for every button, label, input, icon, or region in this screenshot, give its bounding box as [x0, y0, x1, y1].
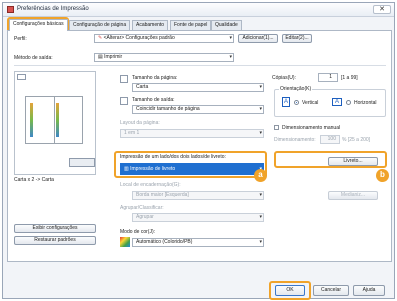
- landscape-icon: A: [332, 98, 342, 106]
- ok-highlight: [269, 281, 311, 300]
- preview-fold: [54, 97, 55, 143]
- dialog-window: Preferências de Impressão ✕ Configuraçõe…: [2, 2, 395, 300]
- color-mode-icon: [120, 237, 130, 247]
- output-method-value: Imprimir: [104, 54, 123, 60]
- page-size-select[interactable]: Carta ▾: [132, 83, 264, 92]
- add-profile-button[interactable]: Adicionar(1)...: [238, 34, 278, 43]
- page-size-label: Tamanho da página:: [132, 75, 178, 81]
- scaling-field-label: Dimensionamento:: [274, 137, 316, 143]
- binding-select[interactable]: Borda maior [Esquerda] ▾: [132, 191, 264, 200]
- help-button[interactable]: Ajuda: [353, 285, 385, 296]
- landscape-label: Horizontal: [354, 100, 377, 106]
- chevron-down-icon: ▾: [259, 84, 262, 90]
- collate-label: Agrupar/Classificar:: [120, 205, 164, 211]
- scaling-field[interactable]: 100: [320, 135, 340, 144]
- layout-icon: [17, 74, 26, 80]
- preview-caption: Carta x 2 -> Carta: [14, 177, 54, 183]
- landscape-radio[interactable]: [346, 100, 351, 105]
- edit-profile-button[interactable]: Editar(2)...: [282, 34, 312, 43]
- tab-quality[interactable]: Qualidade: [211, 20, 242, 30]
- copies-label: Cópias(U):: [272, 75, 296, 81]
- color-mode-select[interactable]: Automático (Colorido/PB) ▾: [132, 238, 264, 247]
- layout-label: Layout da página:: [120, 120, 160, 126]
- profile-value: <Alterar> Configurações padrão: [103, 35, 175, 41]
- chevron-down-icon: ▾: [259, 192, 262, 198]
- profile-select[interactable]: ✎ <Alterar> Configurações padrão ▾: [94, 34, 234, 43]
- duplex-highlight: [114, 151, 267, 178]
- tab-finishing[interactable]: Acabamento: [132, 20, 169, 30]
- output-size-value: Coincidir tamanho de página: [136, 106, 200, 112]
- output-size-select[interactable]: Coincidir tamanho de página ▾: [132, 105, 264, 114]
- restore-defaults-button[interactable]: Restaurar padrões: [14, 236, 96, 245]
- view-settings-button[interactable]: Exibir configurações: [14, 224, 96, 233]
- profile-label: Perfil:: [14, 36, 27, 42]
- title-bar: Preferências de Impressão ✕: [3, 3, 394, 17]
- manual-scaling-label: Dimensionamento manual: [282, 125, 341, 131]
- divider: [14, 65, 386, 66]
- output-method-label: Método de saída:: [14, 55, 53, 61]
- output-size-icon: [120, 97, 128, 105]
- tab-page-setup[interactable]: Configuração de página: [69, 20, 131, 30]
- window-title: Preferências de Impressão: [17, 6, 89, 12]
- preview-sheet: [25, 96, 83, 144]
- tab-basic-settings[interactable]: Configurações básicas: [9, 19, 68, 31]
- output-size-label: Tamanho de saída:: [132, 97, 175, 103]
- badge-a: a: [254, 169, 267, 182]
- portrait-icon: A: [282, 97, 290, 107]
- layout-value: 1 em 1: [124, 130, 140, 136]
- tab-paper-source[interactable]: Fonte de papel: [170, 20, 212, 30]
- settings-panel: Perfil: ✎ <Alterar> Configurações padrão…: [7, 30, 392, 262]
- color-mode-label: Modo de cor(J):: [120, 229, 156, 235]
- close-button[interactable]: ✕: [373, 5, 391, 14]
- layout-select[interactable]: 1 em 1 ▾: [120, 129, 264, 138]
- scaling-value: 100: [327, 136, 336, 142]
- orientation-label: Orientação(K): [279, 86, 313, 92]
- page-size-icon: [120, 75, 128, 83]
- manual-scaling-checkbox[interactable]: [274, 125, 279, 130]
- color-mode-value: Automático (Colorido/PB): [136, 239, 193, 245]
- copies-range: [1 a 99]: [341, 75, 358, 81]
- gutter-button[interactable]: Medianiz...: [328, 191, 378, 200]
- cancel-button[interactable]: Cancelar: [313, 285, 349, 296]
- portrait-radio[interactable]: [294, 100, 299, 105]
- collate-select[interactable]: Agrupar ▾: [132, 213, 264, 222]
- chevron-down-icon: ▾: [259, 130, 262, 136]
- output-method-select[interactable]: ▤ Imprimir ▾: [94, 53, 234, 62]
- binding-value: Borda maior [Esquerda]: [136, 192, 189, 198]
- chevron-down-icon: ▾: [259, 214, 262, 220]
- chevron-down-icon: ▾: [259, 106, 262, 112]
- chevron-down-icon: ▾: [259, 239, 262, 245]
- copies-value: 1: [329, 74, 332, 80]
- preview-box: [14, 71, 96, 175]
- copies-field[interactable]: 1: [318, 73, 338, 82]
- portrait-label: Vertical: [302, 100, 319, 106]
- preview-mode-buttons[interactable]: [69, 158, 95, 167]
- printer-app-icon: [7, 6, 14, 13]
- chevron-down-icon: ▾: [229, 35, 232, 41]
- badge-b: b: [376, 169, 389, 182]
- binding-label: Local de encadernação(G):: [120, 182, 181, 188]
- page-size-value: Carta: [136, 84, 149, 90]
- collate-value: Agrupar: [136, 214, 154, 220]
- preview-color-bar: [30, 103, 33, 137]
- chevron-down-icon: ▾: [229, 54, 232, 60]
- preview-color-bar: [56, 103, 59, 137]
- scaling-range: % [25 a 200]: [342, 137, 371, 143]
- booklet-highlight: [274, 151, 387, 168]
